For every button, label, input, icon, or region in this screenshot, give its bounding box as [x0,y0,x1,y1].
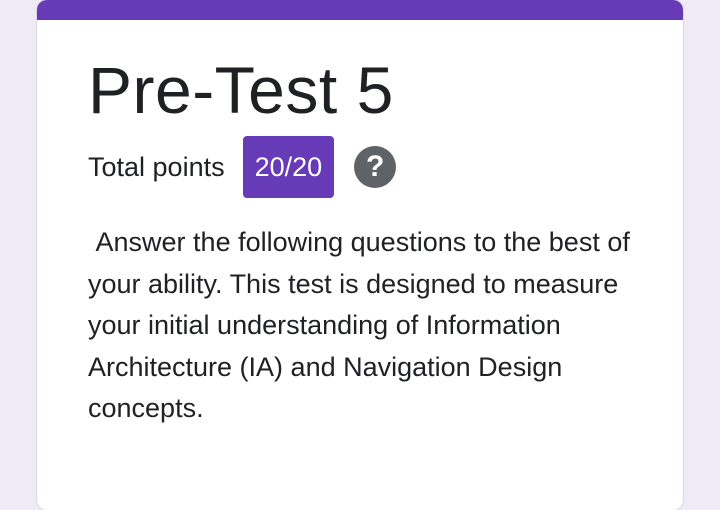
form-header-card: Pre-Test 5 Total points 20/20 ? Answer t… [37,0,683,510]
score-badge: 20/20 [242,136,335,198]
form-description: Answer the following questions to the be… [88,227,638,423]
question-mark-icon[interactable]: ? [354,146,397,188]
accent-bar [37,0,683,20]
total-points-label: Total points [88,151,225,182]
total-points-row: Total points 20/20 ? [88,136,397,198]
form-title: Pre-Test 5 [88,53,394,127]
